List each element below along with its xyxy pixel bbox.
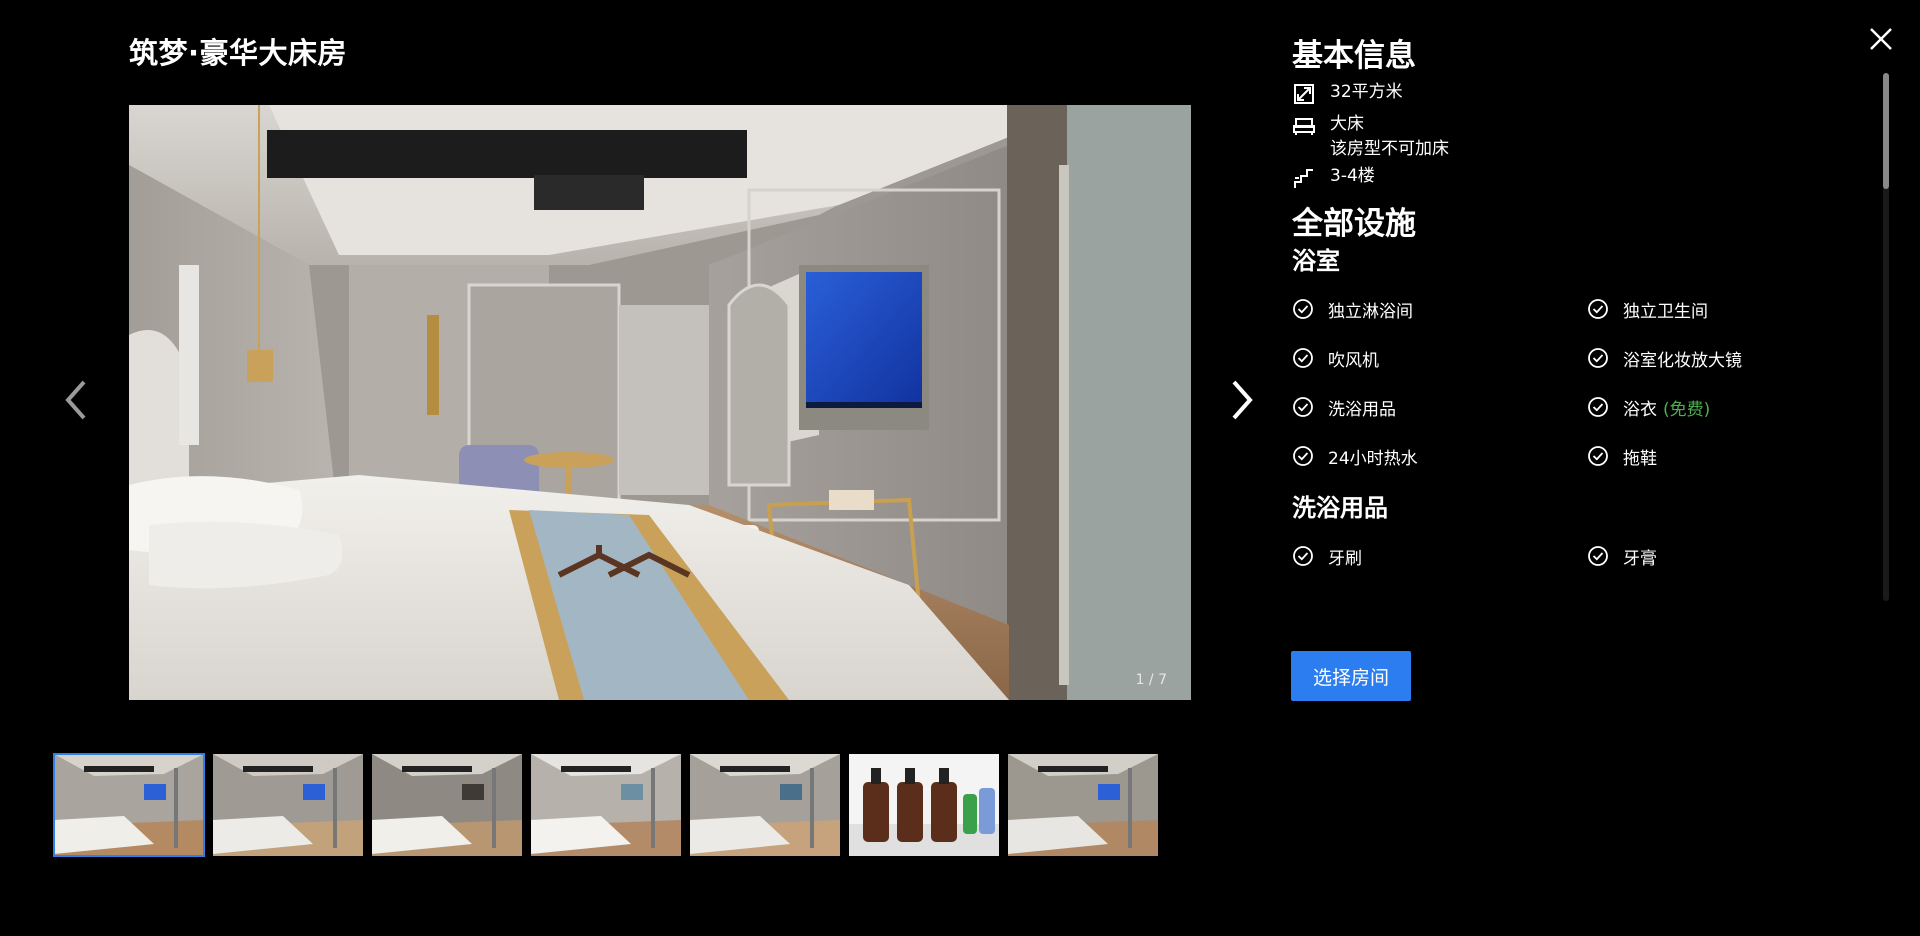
check-circle-icon <box>1588 546 1608 566</box>
facility-item: 浴室化妆放大镜 <box>1587 343 1862 373</box>
extra-bed-text: 该房型不可加床 <box>1330 139 1449 159</box>
facility-item: 牙刷 <box>1292 541 1587 571</box>
panel-scrollbar[interactable] <box>1883 73 1889 601</box>
facility-item: 拖鞋 <box>1587 441 1862 471</box>
thumbnail-room-bed-wardrobe[interactable] <box>372 754 522 856</box>
facility-item: 独立卫生间 <box>1587 294 1862 324</box>
thumbnail-room-chairs-window[interactable] <box>531 754 681 856</box>
facility-grid: 牙刷 牙膏 <box>1292 541 1862 571</box>
close-icon[interactable] <box>1866 24 1896 54</box>
bed-icon <box>1293 118 1315 135</box>
facility-item: 独立淋浴间 <box>1292 294 1587 324</box>
facility-label: 牙膏 <box>1623 548 1657 569</box>
facility-label: 浴室化妆放大镜 <box>1623 350 1742 371</box>
room-title: 筑梦·豪华大床房 <box>129 36 348 70</box>
check-circle-icon <box>1293 546 1313 566</box>
main-room-photo: 1 / 7 <box>129 105 1191 700</box>
check-circle-icon <box>1293 299 1313 319</box>
check-circle-icon <box>1588 299 1608 319</box>
facility-label: 浴衣 <box>1623 399 1657 420</box>
facility-label: 牙刷 <box>1328 548 1362 569</box>
check-circle-icon <box>1293 348 1313 368</box>
floor-row: 3-4楼 <box>1292 164 1862 190</box>
scrollbar-thumb[interactable] <box>1883 73 1889 189</box>
thumbnail-room-desk-mirror[interactable] <box>690 754 840 856</box>
facility-item: 牙膏 <box>1587 541 1862 571</box>
check-circle-icon <box>1588 348 1608 368</box>
bed-row: 大床 该房型不可加床 <box>1292 112 1862 162</box>
facility-label: 24小时热水 <box>1328 448 1418 469</box>
facility-label: 独立卫生间 <box>1623 301 1708 322</box>
facility-group-title: 洗浴用品 <box>1292 494 1388 522</box>
facility-item: 24小时热水 <box>1292 441 1587 471</box>
thumbnail-room-corridor-tv[interactable] <box>1008 754 1158 856</box>
floor-text: 3-4楼 <box>1330 166 1375 186</box>
check-circle-icon <box>1293 446 1313 466</box>
area-row: 32平方米 <box>1292 80 1862 106</box>
facility-groups: 浴室独立淋浴间 独立卫生间吹风机 浴室化妆放大镜洗浴用品 浴衣 (免费) 24小时热水 拖鞋… <box>1292 244 1862 571</box>
facilities-heading: 全部设施 <box>1292 206 1416 242</box>
facility-grid: 独立淋浴间 独立卫生间吹风机 浴室化妆放大镜洗浴用品 浴衣 (免费) 24小时热水 拖鞋 <box>1292 294 1862 471</box>
photo-counter: 1 / 7 <box>1135 672 1167 688</box>
thumbnail-toiletry-bottles[interactable] <box>849 754 999 856</box>
facility-item: 吹风机 <box>1292 343 1587 373</box>
bed-type-text: 大床 <box>1330 114 1364 134</box>
facility-label: 拖鞋 <box>1623 448 1657 469</box>
facility-item: 浴衣 (免费) <box>1587 392 1862 422</box>
facility-tag: (免费) <box>1663 399 1711 420</box>
facility-label: 独立淋浴间 <box>1328 301 1413 322</box>
area-icon <box>1294 84 1314 104</box>
stairs-icon <box>1294 169 1313 188</box>
facility-label: 洗浴用品 <box>1328 399 1396 420</box>
check-circle-icon <box>1588 397 1608 417</box>
room-info-panel: 基本信息 32平方米 大床 该房型不可加床 3-4楼 全部设施 浴室 独立淋浴间独… <box>1292 36 1862 571</box>
area-text: 32平方米 <box>1330 82 1403 102</box>
check-circle-icon <box>1588 446 1608 466</box>
facility-item: 洗浴用品 <box>1292 392 1587 422</box>
thumbnail-room-wide-tv[interactable] <box>53 753 205 857</box>
room-photo-illustration <box>129 105 1191 700</box>
basic-info-heading: 基本信息 <box>1292 38 1416 74</box>
next-photo-arrow-icon[interactable] <box>1222 370 1262 430</box>
select-room-button[interactable]: 选择房间 <box>1291 651 1411 701</box>
check-circle-icon <box>1293 397 1313 417</box>
facility-label: 吹风机 <box>1328 350 1379 371</box>
facility-group-title: 浴室 <box>1292 247 1340 275</box>
thumbnail-room-angle-tv[interactable] <box>213 754 363 856</box>
prev-photo-arrow-icon[interactable] <box>58 370 98 430</box>
